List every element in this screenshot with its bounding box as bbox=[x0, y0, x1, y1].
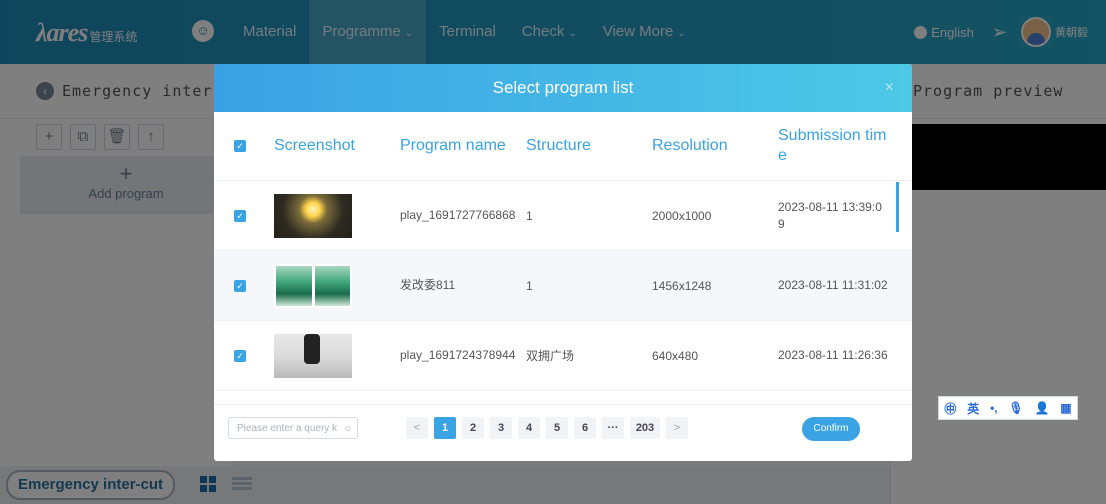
ime-mode-icon[interactable]: ㊥ bbox=[944, 400, 956, 417]
resolution: 1456x1248 bbox=[652, 278, 712, 293]
table-row[interactable]: ✓ play_1691727766868 1 2000x1000 2023-08… bbox=[214, 181, 912, 251]
ime-microphone-icon[interactable]: 🎙 bbox=[1008, 401, 1023, 415]
table-header: ✓ Screenshot Program name Structure Reso… bbox=[214, 112, 912, 181]
col-submission-time: Submission time bbox=[778, 127, 887, 164]
ime-menu-icon[interactable]: ▦ bbox=[1060, 401, 1071, 415]
resolution: 2000x1000 bbox=[652, 208, 712, 223]
ime-punctuation-icon[interactable]: •, bbox=[990, 401, 998, 415]
dialog-header: Select program list × bbox=[214, 64, 912, 112]
ime-toolbar: ㊥ 英 •, 🎙 👤 ▦ bbox=[938, 396, 1078, 420]
col-resolution: Resolution bbox=[652, 137, 728, 154]
select-program-dialog: Select program list × ✓ Screenshot Progr… bbox=[214, 64, 912, 461]
program-name: play_1691727766868 bbox=[400, 208, 516, 222]
submission-time: 2023-08-11 11:31:02 bbox=[778, 278, 888, 292]
col-program-name: Program name bbox=[400, 137, 506, 154]
dialog-title: Select program list bbox=[492, 78, 634, 97]
col-structure: Structure bbox=[526, 137, 591, 154]
program-name: play_1691724378944 bbox=[400, 348, 516, 362]
table-row[interactable]: ✓ 发改委811 1 1456x1248 2023-08-11 11:31:02 bbox=[214, 251, 912, 321]
ime-user-icon[interactable]: 👤 bbox=[1034, 401, 1049, 415]
select-all-checkbox[interactable]: ✓ bbox=[234, 140, 246, 152]
search-input[interactable]: Please enter a query k ○ bbox=[228, 417, 358, 439]
row-checkbox[interactable]: ✓ bbox=[234, 279, 246, 292]
pagination: < 1 2 3 4 5 6 ··· 203 > bbox=[406, 417, 694, 439]
ime-language-toggle[interactable]: 英 bbox=[967, 400, 979, 417]
structure: 1 bbox=[526, 208, 533, 223]
page-button[interactable]: 6 bbox=[574, 417, 596, 439]
last-page-button[interactable]: 203 bbox=[630, 417, 660, 439]
table-row[interactable]: ✓ play_1691724378944 双拥广场 640x480 2023-0… bbox=[214, 321, 912, 391]
program-name: 发改委811 bbox=[400, 278, 456, 292]
row-checkbox[interactable]: ✓ bbox=[234, 349, 246, 362]
program-table: ✓ Screenshot Program name Structure Reso… bbox=[214, 112, 912, 391]
page-button[interactable]: 4 bbox=[518, 417, 540, 439]
close-icon[interactable]: × bbox=[885, 64, 894, 112]
pagination-ellipsis[interactable]: ··· bbox=[602, 417, 624, 439]
prev-page-button[interactable]: < bbox=[406, 417, 428, 439]
row-checkbox[interactable]: ✓ bbox=[234, 209, 246, 222]
search-icon[interactable]: ○ bbox=[344, 418, 351, 440]
search-placeholder: Please enter a query k bbox=[237, 423, 338, 434]
col-screenshot: Screenshot bbox=[274, 137, 355, 154]
submission-time: 2023-08-11 13:39:09 bbox=[778, 199, 882, 231]
screenshot-thumbnail bbox=[274, 263, 352, 308]
resolution: 640x480 bbox=[652, 348, 699, 363]
next-page-button[interactable]: > bbox=[666, 417, 688, 439]
table-scrollbar[interactable] bbox=[896, 182, 899, 232]
page-button[interactable]: 2 bbox=[462, 417, 484, 439]
structure: 1 bbox=[526, 278, 533, 293]
page-button[interactable]: 1 bbox=[434, 417, 456, 439]
page-button[interactable]: 5 bbox=[546, 417, 568, 439]
submission-time: 2023-08-11 11:26:36 bbox=[778, 348, 888, 362]
structure: 双拥广场 bbox=[526, 349, 575, 363]
page-button[interactable]: 3 bbox=[490, 417, 512, 439]
confirm-button[interactable]: Confirm bbox=[802, 417, 860, 441]
dialog-footer: Please enter a query k ○ < 1 2 3 4 5 6 ·… bbox=[214, 404, 912, 461]
screenshot-thumbnail bbox=[274, 333, 352, 378]
screenshot-thumbnail bbox=[274, 193, 352, 238]
